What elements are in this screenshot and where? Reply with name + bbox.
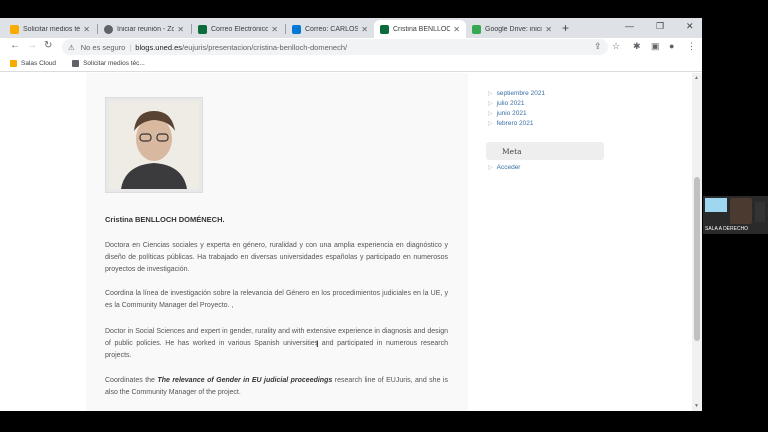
close-tab-icon[interactable]: ✕ [453,25,460,34]
warning-icon[interactable]: ⚠ [68,43,75,52]
url-host: blogs.uned.es [135,42,182,52]
shared-screen [705,198,727,212]
portrait-image [109,101,199,189]
tab-solicitar-medios[interactable]: Solicitar medios téc... ✕ [4,20,96,38]
extensions-icon[interactable]: ✱ [633,41,641,52]
bookmark-label: Salas Cloud [21,60,57,67]
role-text-pre: Coordinates the [105,377,158,384]
tab-title: Iniciar reunión - Zo... [117,25,175,33]
close-tab-icon[interactable]: ✕ [545,25,552,34]
tab-title: Correo Electrónico ... [211,25,269,33]
page-scrollbar[interactable]: ▲ ▼ [692,73,702,411]
share-icon[interactable]: ⇪ [594,41,602,52]
tab-favicon-icon [10,24,19,34]
tab-title: Cristina BENLLOCH ... [393,25,451,33]
tab-cristina-benlloch[interactable]: Cristina BENLLOCH ... ✕ [374,20,466,38]
folder-icon [10,60,17,67]
tab-title: Google Drive: inicio ... [485,25,542,33]
bio-paragraph-en: Doctor in Social Sciences and expert in … [105,328,448,359]
page-content: Cristina BENLLOCH DOMÉNECH. Doctora en C… [0,73,702,411]
close-tab-icon[interactable]: ✕ [271,25,278,34]
reload-icon[interactable]: ↻ [44,40,52,51]
participant-video [730,198,752,224]
minimize-icon[interactable]: — [625,21,634,31]
tab-google-drive[interactable]: Google Drive: inicio ... ✕ [466,20,558,38]
bio-paragraph-es: Doctora en Ciencias sociales y experta e… [105,242,448,273]
url-path: /eujuris/presentacion/cristina-benlloch-… [182,42,348,52]
role-paragraph-es: Coordina la línea de investigación sobre… [105,290,448,309]
archive-list: ▷ septiembre 2021 ▷ julio 2021 ▷ junio 2021… [488,88,545,128]
profile-name: Cristina BENLLOCH DOMÉNECH. [105,215,225,224]
bookmarks-bar: Salas Cloud Solicitar medios téc... [0,56,702,72]
tab-correo-outlook[interactable]: Correo: CARLOS AM... ✕ [286,20,374,38]
profile-photo [105,97,203,193]
tab-title: Solicitar medios téc... [23,25,81,33]
profile-icon[interactable]: ● [669,41,674,51]
restore-icon[interactable]: ❐ [656,21,664,32]
tab-strip: Solicitar medios téc... ✕ Iniciar reunió… [0,18,702,38]
room-label: SALA A DERECHO [705,226,749,232]
archive-link[interactable]: ▷ febrero 2021 [488,118,545,128]
page-icon [72,60,80,67]
bookmark-solicitar-medios[interactable]: Solicitar medios téc... [72,60,145,67]
bookmark-label: Solicitar medios téc... [83,60,145,67]
text-cursor-icon: I [316,339,319,349]
back-icon[interactable]: ← [10,40,20,51]
close-tab-icon[interactable]: ✕ [361,25,368,34]
menu-icon[interactable]: ⋮ [687,41,696,52]
outlook-icon [292,24,301,34]
tab-title: Correo: CARLOS AM... [305,25,359,33]
security-label: No es seguro [80,42,126,52]
tab-favicon-icon [380,24,389,34]
tab-zoom[interactable]: Iniciar reunión - Zo... ✕ [98,20,190,38]
archive-link[interactable]: ▷ julio 2021 [488,98,545,108]
role-paragraph-en: Coordinates the The relevance of Gender … [105,375,448,399]
tab-correo-electronico[interactable]: Correo Electrónico ... ✕ [192,20,284,38]
login-link[interactable]: ▷ Acceder [488,164,520,171]
browser-window: Solicitar medios téc... ✕ Iniciar reunió… [0,18,702,411]
archive-link[interactable]: ▷ septiembre 2021 [488,88,545,98]
meta-widget-title: Meta [486,142,604,160]
close-window-icon[interactable]: ✕ [686,21,694,32]
research-line-title: The relevance of Gender in EU judicial p… [157,377,333,384]
toolbar: ← → ↻ ⚠ No es seguro | blogs.uned.es /eu… [0,38,702,56]
bookmark-star-icon[interactable]: ☆ [612,41,620,52]
bookmark-salas-cloud[interactable]: Salas Cloud [10,60,56,67]
participant-video [755,202,765,222]
close-tab-icon[interactable]: ✕ [83,25,90,34]
close-tab-icon[interactable]: ✕ [177,25,184,34]
tab-favicon-icon [198,24,207,34]
scroll-down-icon[interactable]: ▼ [694,403,699,409]
scroll-thumb[interactable] [694,177,700,341]
side-panel-icon[interactable]: ▣ [651,41,660,52]
globe-icon [104,24,113,34]
scroll-up-icon[interactable]: ▲ [694,75,699,81]
new-tab-icon[interactable]: + [562,21,569,35]
forward-icon[interactable]: → [27,40,37,51]
archive-link[interactable]: ▷ junio 2021 [488,108,545,118]
video-call-thumbnail[interactable]: SALA A DERECHO [703,196,768,234]
google-drive-icon [472,24,481,34]
address-bar[interactable]: ⚠ No es seguro | blogs.uned.es /eujuris/… [62,39,608,55]
